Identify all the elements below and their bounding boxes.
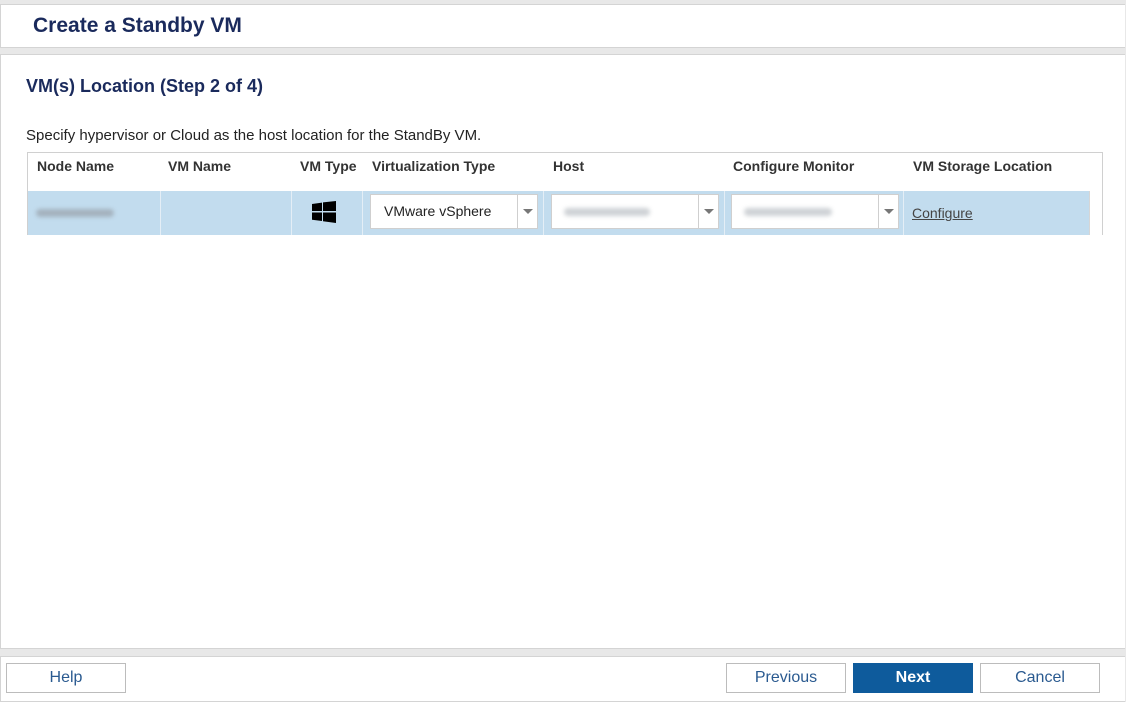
table-row[interactable]: VMware vSphere Configure [28, 191, 1090, 235]
node-name-redacted [36, 209, 114, 217]
footer-bar: Help Previous Next Cancel [0, 656, 1125, 702]
header-vm-name: VM Name [168, 158, 232, 174]
configure-storage-link[interactable]: Configure [912, 191, 973, 235]
header-node-name: Node Name [37, 158, 115, 174]
column-divider [724, 191, 725, 235]
column-divider [291, 191, 292, 235]
column-divider [903, 191, 904, 235]
chevron-down-icon[interactable] [517, 195, 537, 228]
previous-button[interactable]: Previous [726, 663, 846, 693]
cancel-button[interactable]: Cancel [980, 663, 1100, 693]
step-title: VM(s) Location (Step 2 of 4) [26, 76, 264, 96]
host-value-redacted [564, 208, 650, 216]
virtualization-type-dropdown[interactable]: VMware vSphere [370, 194, 538, 229]
header-virtualization-type: Virtualization Type [372, 158, 496, 174]
page-title: Create a Standby VM [33, 14, 242, 37]
header-vm-type: VM Type [300, 158, 357, 174]
next-button[interactable]: Next [853, 663, 973, 693]
windows-icon [312, 201, 336, 223]
header-configure-monitor: Configure Monitor [733, 158, 855, 174]
header-vm-storage-location: VM Storage Location [913, 158, 1053, 174]
table-scrollbar[interactable] [1089, 191, 1102, 235]
chevron-down-icon[interactable] [698, 195, 718, 228]
virtualization-type-value: VMware vSphere [384, 203, 492, 219]
header-host: Host [553, 158, 585, 174]
title-bar: Create a Standby VM [0, 4, 1125, 48]
column-divider [362, 191, 363, 235]
configure-monitor-dropdown[interactable] [731, 194, 899, 229]
vm-location-table: Node Name VM Name VM Type Virtualization… [27, 152, 1103, 235]
chevron-down-icon[interactable] [878, 195, 898, 228]
host-dropdown[interactable] [551, 194, 719, 229]
monitor-value-redacted [744, 208, 832, 216]
help-button[interactable]: Help [6, 663, 126, 693]
wizard-content: VM(s) Location (Step 2 of 4) Specify hyp… [0, 54, 1125, 649]
instruction-text: Specify hypervisor or Cloud as the host … [26, 127, 482, 144]
column-divider [160, 191, 161, 235]
column-divider [543, 191, 544, 235]
